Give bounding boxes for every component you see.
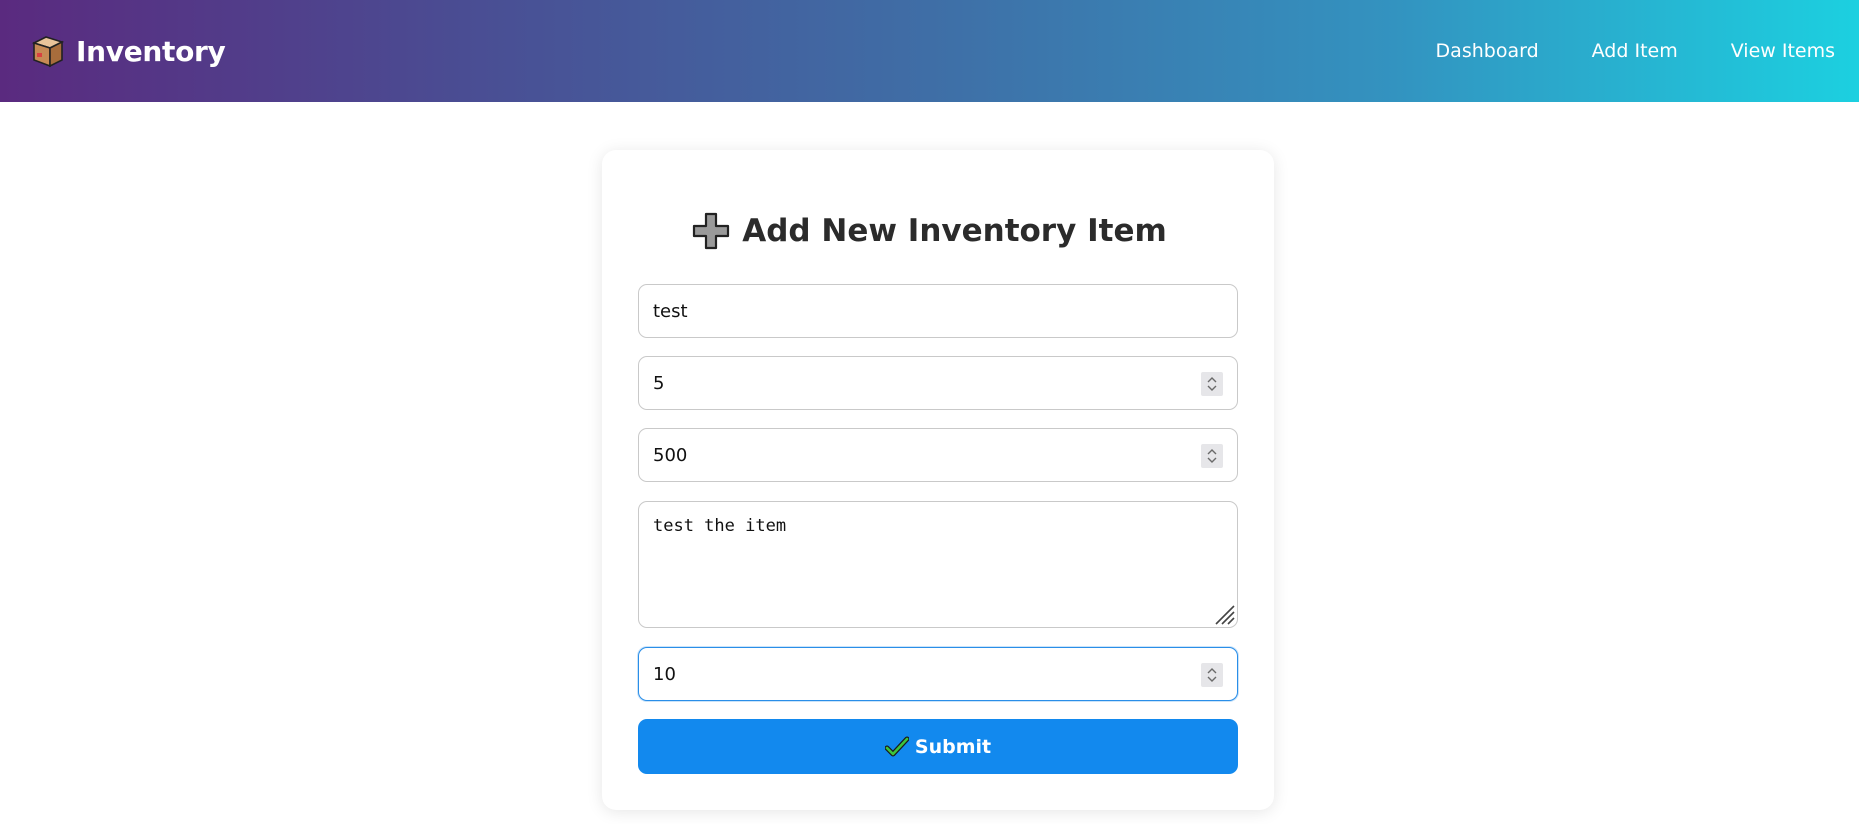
- form-title: Add New Inventory Item: [742, 213, 1167, 249]
- description-textarea[interactable]: test the item: [639, 502, 1237, 627]
- nav-link-view-items[interactable]: View Items: [1731, 40, 1835, 62]
- item-name-field[interactable]: [638, 284, 1238, 338]
- form-heading: Add New Inventory Item: [0, 212, 1859, 250]
- price-input[interactable]: [639, 429, 1237, 481]
- checkmark-icon: [884, 736, 910, 758]
- price-field[interactable]: [638, 428, 1238, 482]
- submit-button[interactable]: Submit: [638, 719, 1238, 774]
- submit-label: Submit: [914, 735, 992, 758]
- price-stepper[interactable]: [1201, 444, 1223, 468]
- brand-title: Inventory: [76, 34, 226, 68]
- quantity-field[interactable]: [638, 356, 1238, 410]
- quantity-stepper[interactable]: [1201, 372, 1223, 396]
- item-name-input[interactable]: [639, 285, 1237, 337]
- nav-link-add-item[interactable]: Add Item: [1592, 40, 1678, 62]
- reorder-level-stepper[interactable]: [1201, 663, 1223, 687]
- brand-logo-link[interactable]: Inventory: [30, 33, 226, 69]
- reorder-level-input[interactable]: [639, 648, 1237, 700]
- nav-link-dashboard[interactable]: Dashboard: [1436, 40, 1539, 62]
- top-navbar: Inventory Dashboard Add Item View Items: [0, 0, 1859, 102]
- nav-links: Dashboard Add Item View Items: [1383, 40, 1835, 62]
- plus-icon: [692, 212, 730, 250]
- description-field[interactable]: test the item: [638, 501, 1238, 628]
- reorder-level-field[interactable]: [638, 647, 1238, 701]
- quantity-input[interactable]: [639, 357, 1237, 409]
- package-box-icon: [30, 33, 66, 69]
- resize-handle-icon[interactable]: [1213, 603, 1235, 625]
